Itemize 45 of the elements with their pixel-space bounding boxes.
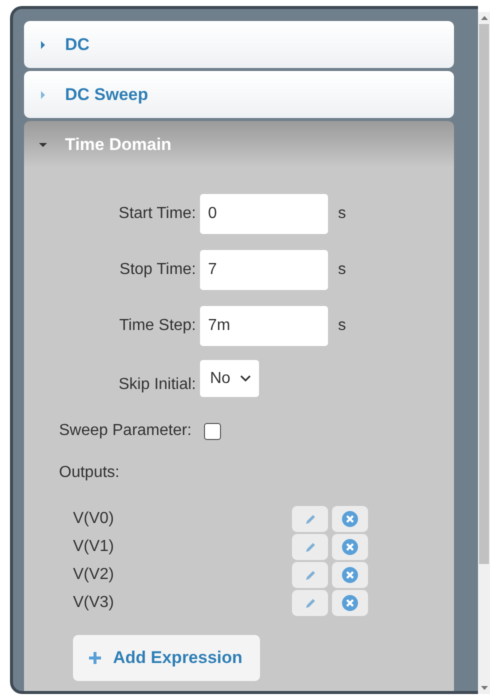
edit-button[interactable] [292, 534, 328, 560]
section-label: Outputs: [59, 463, 120, 483]
output-name: V(V3) [73, 593, 115, 613]
unit-label: s [338, 204, 346, 224]
unit-label: s [338, 260, 346, 280]
dropdown[interactable]: No [200, 360, 260, 397]
field-label: Sweep Parameter: [59, 421, 192, 441]
chevron-icon [240, 375, 252, 382]
output-name: V(V0) [73, 509, 115, 529]
pencil-icon [304, 514, 316, 524]
remove-button[interactable] [332, 590, 368, 616]
accordion-header[interactable]: DC Sweep [24, 71, 454, 118]
close-icon [342, 539, 358, 555]
add-expression-button[interactable]: Add Expression [73, 635, 260, 680]
field-label: Start Time: [118, 204, 197, 224]
edit-button[interactable] [292, 590, 328, 616]
scroll-up-icon[interactable] [480, 16, 488, 20]
caret-icon [39, 140, 47, 148]
remove-button[interactable] [332, 534, 368, 560]
field-label: Skip Initial: [118, 374, 197, 394]
scrollbar[interactable] [478, 12, 490, 694]
output-name: V(V2) [73, 565, 115, 585]
unit-label: s [338, 316, 346, 336]
caret-icon [39, 40, 47, 48]
remove-button[interactable] [332, 506, 368, 532]
checkbox[interactable] [204, 422, 221, 440]
pencil-icon [304, 570, 316, 580]
field-label: Stop Time: [118, 260, 197, 280]
remove-button[interactable] [332, 562, 368, 588]
input-field[interactable]: 7m [200, 306, 328, 346]
input-field[interactable]: 7 [200, 250, 328, 290]
plus-icon [89, 652, 101, 664]
input-field[interactable]: 0 [200, 194, 328, 234]
close-icon [342, 567, 358, 583]
edit-button[interactable] [292, 562, 328, 588]
close-icon [342, 511, 358, 527]
accordion-header[interactable]: DC [24, 21, 454, 68]
field-label: Time Step: [118, 316, 197, 336]
scroll-down-icon[interactable] [480, 686, 488, 690]
caret-icon [39, 90, 47, 98]
output-name: V(V1) [73, 537, 115, 557]
close-icon [342, 595, 358, 611]
edit-button[interactable] [292, 506, 328, 532]
pencil-icon [304, 598, 316, 608]
pencil-icon [304, 542, 316, 552]
